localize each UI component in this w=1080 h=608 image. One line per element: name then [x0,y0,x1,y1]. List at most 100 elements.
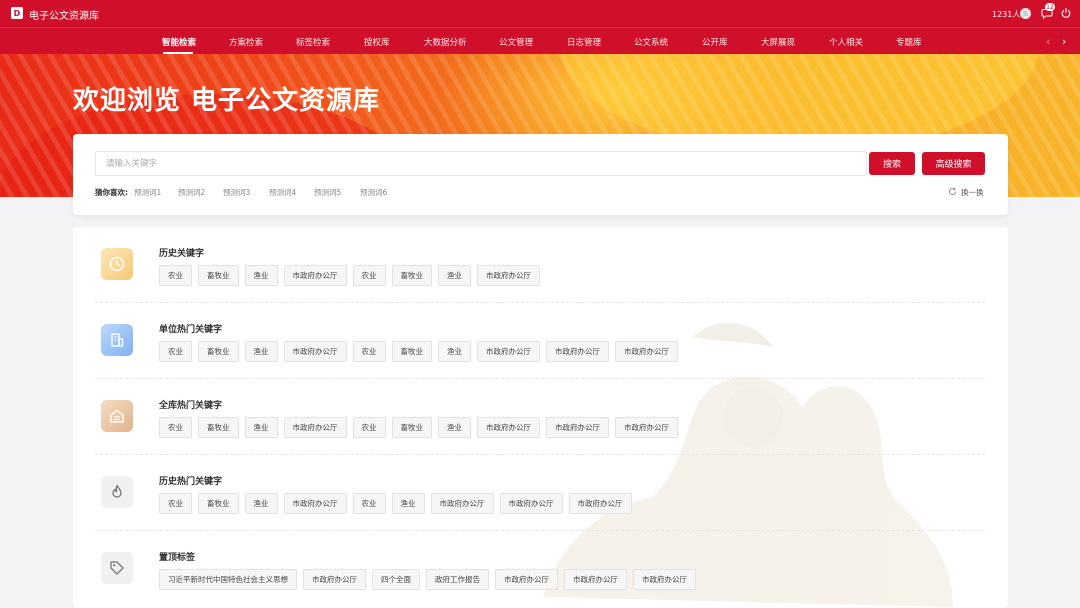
keyword-tag[interactable]: 市政府办公厅 [546,417,609,438]
tag-list: 农业 畜牧业 渔业 市政府办公厅 农业 渔业 市政府办公厅 市政府办公厅 市政府… [159,493,632,514]
nav-item-special-library[interactable]: 专题库 [896,36,922,48]
tag-list: 习近平新时代中国特色社会主义思想 市政府办公厅 四个全面 政府工作报告 市政府办… [159,569,696,590]
keyword-tag[interactable]: 市政府办公厅 [477,341,540,362]
online-user-count: 1231人 [992,10,1021,19]
keyword-tag[interactable]: 市政府办公厅 [283,493,347,514]
keyword-search-input[interactable] [95,151,867,176]
user-avatar[interactable]: 头 [1020,8,1031,19]
keyword-tag[interactable]: 渔业 [438,265,471,286]
keyword-tag[interactable]: 农业 [352,265,386,286]
main-nav: 智能检索 方案检索 标签检索 授权库 大数据分析 公文管理 日志管理 公文系统 … [0,27,1080,54]
keyword-tag[interactable]: 四个全面 [372,569,420,590]
keyword-tag[interactable]: 农业 [352,493,386,514]
pinned-tags-section: 置顶标签 习近平新时代中国特色社会主义思想 市政府办公厅 四个全面 政府工作报告… [95,531,985,607]
nav-item-public-library[interactable]: 公开库 [702,36,728,48]
keyword-tag[interactable]: 畜牧业 [198,341,239,362]
suggestion-item[interactable]: 预测词2 [178,187,205,198]
nav-item-log-management[interactable]: 日志管理 [567,36,601,48]
suggestion-item[interactable]: 预测词4 [269,187,296,198]
keyword-tag[interactable]: 畜牧业 [391,341,432,362]
keyword-tag[interactable]: 渔业 [438,417,471,438]
keyword-tag[interactable]: 政府工作报告 [426,569,489,590]
suggestion-item[interactable]: 预测词1 [134,187,161,198]
keyword-tag[interactable]: 渔业 [244,341,278,362]
keyword-tag[interactable]: 渔业 [438,341,471,362]
refresh-icon[interactable] [948,187,957,196]
flame-icon [101,476,133,508]
banner-title: 欢迎浏览 电子公文资源库 [73,86,381,116]
nav-item-personal[interactable]: 个人相关 [829,36,863,48]
keyword-tag[interactable]: 市政府办公厅 [615,341,678,362]
keyword-tag[interactable]: 市政府办公厅 [499,493,563,514]
suggestion-item[interactable]: 预测词6 [360,187,387,198]
nav-item-document-system[interactable]: 公文系统 [634,36,668,48]
keyword-tag[interactable]: 市政府办公厅 [568,493,632,514]
nav-prev-arrow-icon[interactable]: ‹ [1046,35,1050,48]
section-title: 历史热门关键字 [159,477,223,487]
refresh-suggestions-link[interactable]: 换一换 [961,187,984,198]
nav-item-big-data-analysis[interactable]: 大数据分析 [424,36,467,48]
keyword-tag[interactable]: 市政府办公厅 [633,569,696,590]
advanced-search-button[interactable]: 高级搜索 [922,152,985,175]
nav-item-smart-search[interactable]: 智能检索 [162,36,196,48]
keyword-tag[interactable]: 畜牧业 [391,265,432,286]
keyword-tag[interactable]: 渔业 [244,493,278,514]
keyword-tag[interactable]: 市政府办公厅 [283,341,347,362]
nav-item-plan-search[interactable]: 方案检索 [229,36,263,48]
keyword-tag[interactable]: 市政府办公厅 [477,265,540,286]
tag-list: 农业 畜牧业 渔业 市政府办公厅 农业 畜牧业 渔业 市政府办公厅 市政府办公厅… [159,417,678,438]
library-icon [101,400,133,432]
top-bar: D 电子公文资源库 1231人 头 12 [0,0,1080,27]
keyword-tag[interactable]: 市政府办公厅 [546,341,609,362]
keyword-tag[interactable]: 农业 [159,265,192,286]
keyword-tag[interactable]: 市政府办公厅 [615,417,678,438]
section-title: 单位热门关键字 [159,325,223,335]
keyword-tag[interactable]: 农业 [159,341,192,362]
clock-icon [101,248,133,280]
search-button[interactable]: 搜索 [869,152,915,175]
keyword-tag[interactable]: 市政府办公厅 [303,569,366,590]
app-title: 电子公文资源库 [29,11,99,22]
keyword-tag[interactable]: 渔业 [391,493,425,514]
library-hot-keywords-section: 全库热门关键字 农业 畜牧业 渔业 市政府办公厅 农业 畜牧业 渔业 市政府办公… [95,379,985,455]
tag-list: 农业 畜牧业 渔业 市政府办公厅 农业 畜牧业 渔业 市政府办公厅 [159,265,540,286]
keyword-tag[interactable]: 农业 [159,417,192,438]
section-title: 置顶标签 [159,553,196,563]
keyword-tag[interactable]: 渔业 [244,265,278,286]
nav-item-big-screen[interactable]: 大屏展现 [761,36,795,48]
section-title: 历史关键字 [159,249,205,259]
keyword-tag[interactable]: 渔业 [244,417,278,438]
nav-item-document-management[interactable]: 公文管理 [499,36,533,48]
history-keywords-section: 历史关键字 农业 畜牧业 渔业 市政府办公厅 农业 畜牧业 渔业 市政府办公厅 [95,227,985,303]
keyword-tag[interactable]: 农业 [352,417,386,438]
keyword-tag[interactable]: 畜牧业 [391,417,432,438]
keyword-tag[interactable]: 农业 [352,341,386,362]
nav-item-tag-search[interactable]: 标签检索 [296,36,330,48]
keyword-tag[interactable]: 畜牧业 [198,493,239,514]
nav-item-authorized-library[interactable]: 授权库 [364,36,390,48]
history-hot-keywords-section: 历史热门关键字 农业 畜牧业 渔业 市政府办公厅 农业 渔业 市政府办公厅 市政… [95,455,985,531]
keyword-panel: 历史关键字 农业 畜牧业 渔业 市政府办公厅 农业 畜牧业 渔业 市政府办公厅 … [73,227,1008,608]
message-count-badge: 12 [1045,3,1055,11]
tag-list: 农业 畜牧业 渔业 市政府办公厅 农业 畜牧业 渔业 市政府办公厅 市政府办公厅… [159,341,678,362]
keyword-tag[interactable]: 市政府办公厅 [564,569,627,590]
search-card: 搜索 高级搜索 猜你喜欢: 预测词1 预测词2 预测词3 预测词4 预测词5 预… [73,134,1008,215]
keyword-tag[interactable]: 农业 [159,493,192,514]
keyword-tag[interactable]: 市政府办公厅 [477,417,540,438]
tag-icon [101,552,133,584]
keyword-tag[interactable]: 畜牧业 [198,265,239,286]
suggestion-item[interactable]: 预测词3 [223,187,250,198]
building-icon [101,324,133,356]
power-icon[interactable] [1060,7,1072,19]
keyword-tag[interactable]: 市政府办公厅 [283,417,347,438]
nav-next-arrow-icon[interactable]: › [1062,35,1066,48]
keyword-tag[interactable]: 习近平新时代中国特色社会主义思想 [159,569,297,590]
unit-hot-keywords-section: 单位热门关键字 农业 畜牧业 渔业 市政府办公厅 农业 畜牧业 渔业 市政府办公… [95,303,985,379]
keyword-tag[interactable]: 畜牧业 [198,417,239,438]
section-title: 全库热门关键字 [159,401,223,411]
keyword-tag[interactable]: 市政府办公厅 [495,569,558,590]
keyword-tag[interactable]: 市政府办公厅 [430,493,494,514]
keyword-tag[interactable]: 市政府办公厅 [283,265,347,286]
app-logo-icon: D [11,7,23,19]
suggestion-item[interactable]: 预测词5 [314,187,341,198]
